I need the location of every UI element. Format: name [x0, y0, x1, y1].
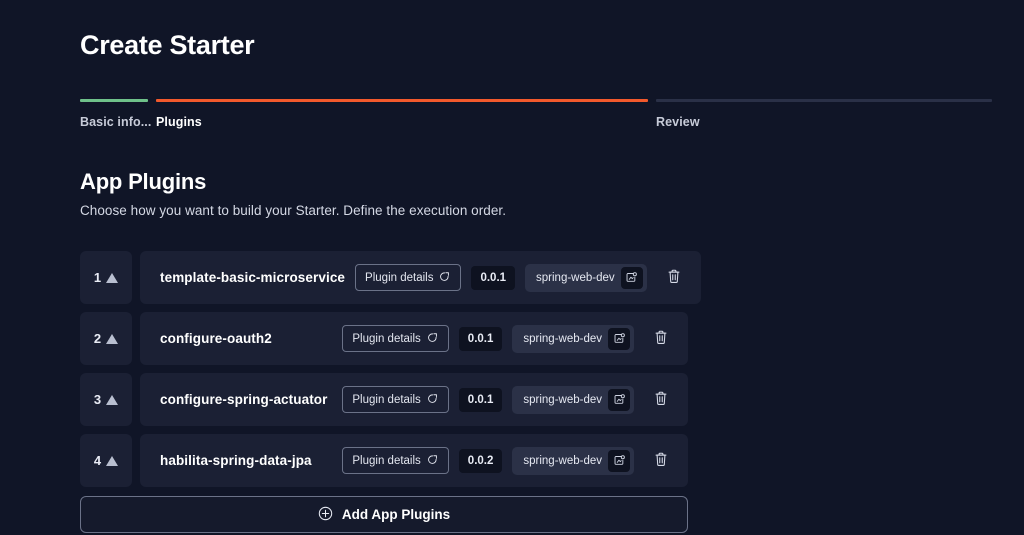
plugin-order-number: 4	[93, 453, 102, 468]
arrow-up-icon[interactable]	[106, 272, 119, 283]
plugin-name: configure-oauth2	[160, 331, 272, 346]
trash-icon	[653, 390, 669, 410]
page-title: Create Starter	[80, 30, 255, 60]
plugin-order-cell[interactable]: 4	[80, 434, 132, 487]
plugin-version-badge: 0.0.1	[471, 265, 516, 290]
plugin-tag-chip: spring-web-dev	[512, 324, 634, 353]
configure-icon[interactable]	[608, 327, 630, 350]
plugin-order-number: 2	[93, 331, 102, 346]
trash-icon	[653, 329, 669, 349]
arrow-up-icon[interactable]	[106, 333, 119, 344]
plugin-version-badge: 0.0.2	[458, 448, 503, 473]
configure-icon[interactable]	[608, 388, 630, 411]
step-review[interactable]: Review	[656, 99, 992, 129]
trash-icon	[653, 451, 669, 471]
section-subtitle: Choose how you want to build your Starte…	[80, 203, 507, 218]
step-basic-info-label: Basic info...	[80, 115, 152, 129]
create-starter-page: Create Starter Basic info... Plugins Rev…	[0, 0, 1024, 535]
plugin-row: 2 configure-oauth2 Plugin details 0.0.1 spri…	[80, 312, 688, 365]
stepper: Basic info... Plugins Review	[80, 99, 992, 129]
plus-circle-icon	[318, 506, 333, 524]
plugin-details-button[interactable]: Plugin details	[342, 325, 449, 352]
step-basic-info-bar	[80, 99, 148, 102]
plugin-order-cell[interactable]: 3	[80, 373, 132, 426]
plugin-tag-label: spring-web-dev	[523, 332, 602, 345]
trash-icon	[666, 268, 682, 288]
plugin-tag-label: spring-web-dev	[523, 393, 602, 406]
plugin-details-button[interactable]: Plugin details	[342, 386, 449, 413]
plugin-tag-chip: spring-web-dev	[512, 446, 634, 475]
plugin-name: template-basic-microservice	[160, 270, 346, 285]
plugin-row: 4 habilita-spring-data-jpa Plugin details 0…	[80, 434, 688, 487]
plugin-version-badge: 0.0.1	[458, 387, 503, 412]
external-link-icon	[427, 453, 439, 468]
plugin-version-badge: 0.0.1	[458, 326, 503, 351]
plugin-tag-chip: spring-web-dev	[512, 385, 634, 414]
plugin-card: configure-oauth2 Plugin details 0.0.1 sprin…	[140, 312, 688, 365]
step-review-label: Review	[656, 115, 700, 129]
add-app-plugins-label: Add App Plugins	[341, 507, 451, 522]
plugin-card: template-basic-microservice Plugin detail…	[140, 251, 701, 304]
plugin-card: habilita-spring-data-jpa Plugin details 0.…	[140, 434, 688, 487]
plugin-list: 1 template-basic-microservice Plugin detai…	[80, 251, 701, 495]
arrow-up-icon[interactable]	[106, 455, 119, 466]
plugin-details-button[interactable]: Plugin details	[342, 447, 449, 474]
plugin-row: 1 template-basic-microservice Plugin detai…	[80, 251, 701, 304]
external-link-icon	[439, 270, 451, 285]
plugin-card: configure-spring-actuator Plugin details 0…	[140, 373, 688, 426]
step-plugins[interactable]: Plugins	[156, 99, 648, 129]
add-app-plugins-button[interactable]: Add App Plugins	[80, 496, 688, 533]
arrow-up-icon[interactable]	[106, 394, 119, 405]
plugin-order-number: 3	[93, 392, 102, 407]
plugin-tag-label: spring-web-dev	[536, 271, 615, 284]
delete-plugin-button[interactable]	[648, 448, 674, 474]
plugin-tag-chip: spring-web-dev	[525, 263, 647, 292]
delete-plugin-button[interactable]	[648, 326, 674, 352]
step-plugins-label: Plugins	[156, 115, 202, 129]
plugin-row: 3 configure-spring-actuator Plugin details…	[80, 373, 688, 426]
plugin-details-label: Plugin details	[352, 454, 421, 467]
plugin-order-cell[interactable]: 1	[80, 251, 132, 304]
configure-icon[interactable]	[620, 266, 643, 289]
step-basic-info[interactable]: Basic info...	[80, 99, 152, 129]
step-review-bar	[656, 99, 992, 102]
plugin-order-cell[interactable]: 2	[80, 312, 132, 365]
plugin-name: habilita-spring-data-jpa	[160, 453, 312, 468]
plugin-name: configure-spring-actuator	[160, 392, 328, 407]
section-title: App Plugins	[80, 169, 207, 194]
plugin-tag-label: spring-web-dev	[523, 454, 602, 467]
plugin-details-label: Plugin details	[365, 271, 434, 284]
plugin-details-button[interactable]: Plugin details	[355, 264, 462, 291]
delete-plugin-button[interactable]	[661, 265, 687, 291]
delete-plugin-button[interactable]	[648, 387, 674, 413]
plugin-details-label: Plugin details	[352, 393, 421, 406]
configure-icon[interactable]	[608, 449, 630, 472]
plugin-order-number: 1	[93, 270, 102, 285]
step-plugins-bar	[156, 99, 648, 102]
plugin-details-label: Plugin details	[352, 332, 421, 345]
external-link-icon	[427, 392, 439, 407]
external-link-icon	[427, 331, 439, 346]
